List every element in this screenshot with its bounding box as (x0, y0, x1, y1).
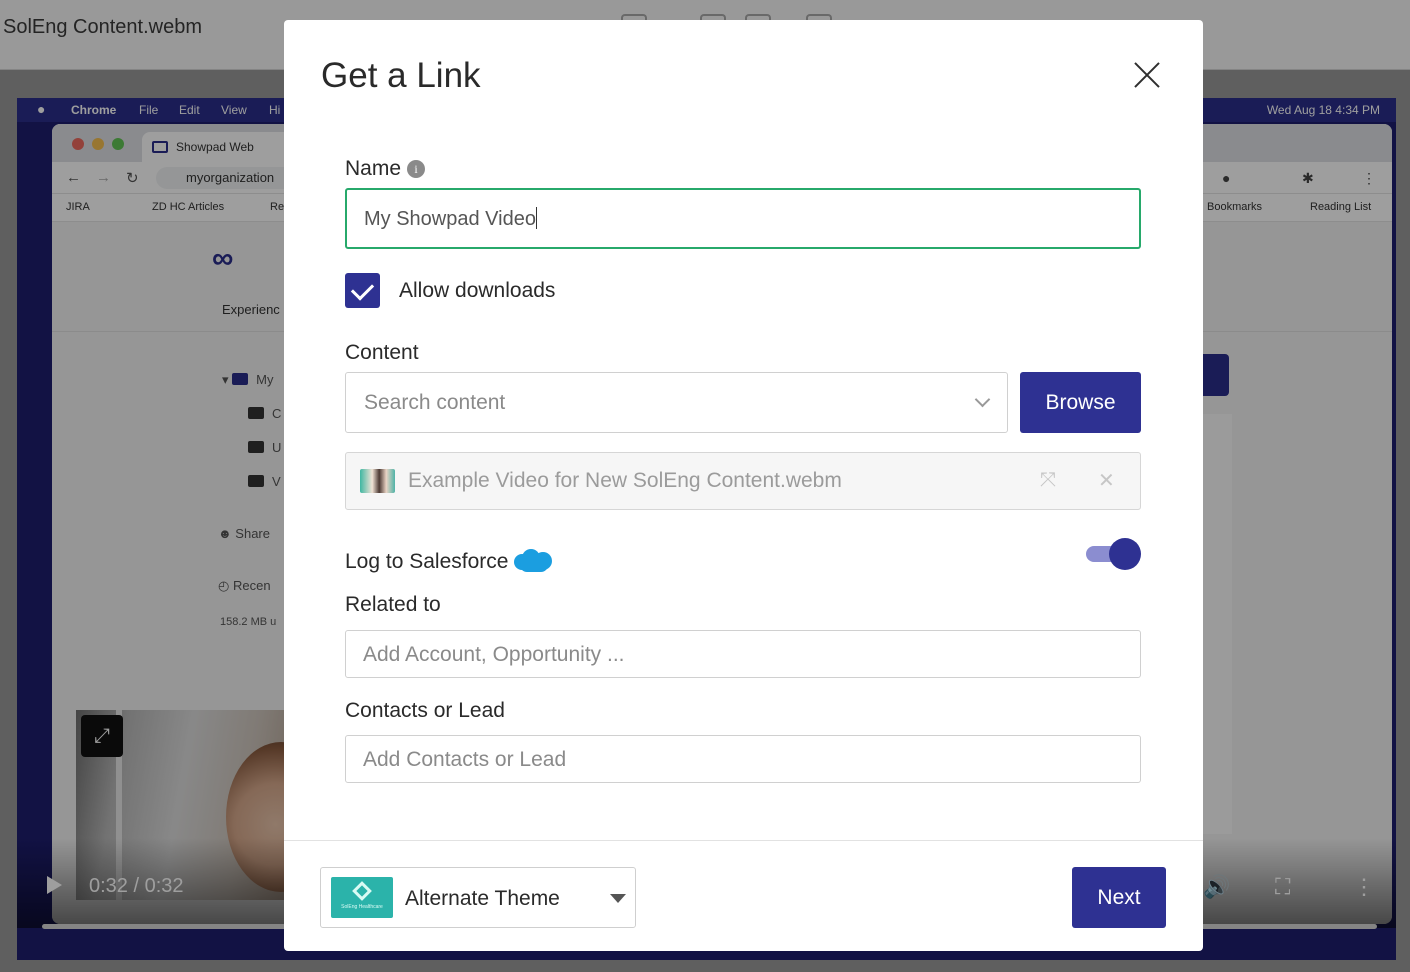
theme-logo-icon (352, 881, 372, 901)
toggle-knob (1109, 538, 1141, 570)
content-label: Content (345, 341, 419, 364)
allow-downloads-label[interactable]: Allow downloads (399, 279, 555, 303)
related-to-label: Related to (345, 593, 441, 616)
name-input-value: My Showpad Video (364, 208, 536, 230)
dialog-title: Get a Link (321, 56, 481, 95)
contacts-input[interactable]: Add Contacts or Lead (345, 735, 1141, 783)
next-button[interactable]: Next (1072, 867, 1166, 928)
remove-icon[interactable]: ✕ (1098, 468, 1115, 493)
info-icon[interactable]: i (407, 160, 426, 178)
drag-handle-icon[interactable]: ⤧ (1040, 469, 1056, 492)
theme-select[interactable]: SolEng Healthcare Alternate Theme (320, 867, 636, 928)
caret-down-icon[interactable] (610, 894, 626, 903)
content-search-placeholder: Search content (364, 391, 506, 414)
contacts-label: Contacts or Lead (345, 699, 505, 722)
chevron-down-icon[interactable] (974, 391, 991, 408)
related-to-input[interactable]: Add Account, Opportunity ... (345, 630, 1141, 678)
video-thumbnail (360, 469, 395, 493)
salesforce-logo-icon (514, 548, 553, 572)
log-salesforce-label: Log to Salesforce (345, 550, 509, 573)
name-label-row: Name i (345, 157, 426, 181)
contacts-placeholder: Add Contacts or Lead (363, 748, 567, 771)
log-salesforce-toggle[interactable] (1085, 538, 1141, 570)
theme-selected-label: Alternate Theme (405, 887, 560, 910)
theme-thumbnail: SolEng Healthcare (331, 877, 393, 918)
allow-downloads-checkbox[interactable] (345, 273, 380, 308)
browse-button[interactable]: Browse (1020, 372, 1141, 433)
content-search-input[interactable]: Search content (345, 372, 1008, 433)
theme-thumb-text: SolEng Healthcare (341, 904, 383, 910)
dialog-footer: SolEng Healthcare Alternate Theme Next (284, 840, 1203, 951)
close-icon[interactable] (1133, 61, 1161, 89)
name-label: Name (345, 157, 402, 180)
related-to-placeholder: Add Account, Opportunity ... (363, 643, 625, 666)
log-salesforce-row: Log to Salesforce (345, 548, 553, 574)
text-caret (535, 207, 537, 229)
content-item-title: Example Video for New SolEng Content.web… (408, 469, 842, 492)
get-link-dialog: Get a Link Name i My Showpad Video Allow … (284, 20, 1203, 951)
name-input[interactable]: My Showpad Video (345, 188, 1141, 249)
selected-content-item: Example Video for New SolEng Content.web… (345, 452, 1141, 510)
